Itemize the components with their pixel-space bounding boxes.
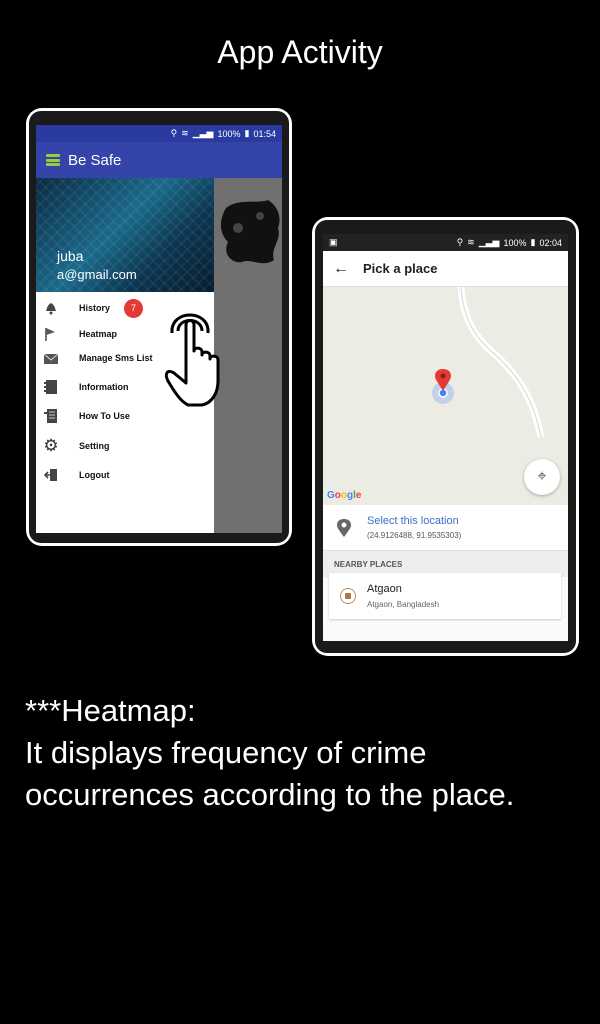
menu-label: Logout <box>79 470 110 480</box>
caption-body: It displays frequency of crime occurrenc… <box>25 735 515 812</box>
status-bar: ⚲ ≋ ▁▃▅ 100% ▮ 01:54 <box>36 125 282 142</box>
menu-label: Manage Sms List <box>79 353 153 363</box>
map-view[interactable]: Google ⌖ <box>323 287 568 505</box>
select-location-label: Select this location <box>367 515 459 527</box>
pointing-hand-icon <box>164 313 220 407</box>
info-book-icon <box>42 378 60 396</box>
caption-heading: ***Heatmap: <box>25 693 196 728</box>
drawer-header: juba a@gmail.com <box>36 178 214 292</box>
back-arrow-icon[interactable]: ← <box>333 260 349 278</box>
status-time: 01:54 <box>253 128 276 139</box>
my-location-button[interactable]: ⌖ <box>524 459 560 495</box>
signal-icon: ▁▃▅ <box>478 237 500 247</box>
history-count-badge: 7 <box>124 298 143 318</box>
place-name: Atgaon <box>367 583 402 595</box>
map-pin-icon <box>337 519 351 537</box>
menu-label: Information <box>79 382 129 392</box>
bell-icon <box>42 299 60 317</box>
place-address: Atgaon, Bangladesh <box>367 600 440 609</box>
header-title: Pick a place <box>363 261 438 276</box>
menu-label: Setting <box>79 441 110 451</box>
crosshair-icon: ⌖ <box>537 468 547 485</box>
nearby-place-item[interactable]: Atgaon Atgaon, Bangladesh <box>329 573 561 619</box>
app-bar: Be Safe <box>36 142 282 178</box>
status-bar: ▣ ⚲ ≋ ▁▃▅ 100% ▮ 02:04 <box>323 234 568 251</box>
right-phone-frame: ▣ ⚲ ≋ ▁▃▅ 100% ▮ 02:04 ← Pick a place Go… <box>312 217 579 656</box>
logout-icon <box>42 466 60 484</box>
google-logo: Google <box>327 490 362 501</box>
place-icon <box>340 588 356 604</box>
user-name: juba <box>57 248 84 264</box>
battery-percent: 100% <box>217 128 241 139</box>
flag-icon <box>42 325 60 343</box>
background-splash-image <box>220 200 280 264</box>
manual-icon <box>42 407 60 425</box>
wifi-icon: ≋ <box>467 237 475 247</box>
app-title: Be Safe <box>68 151 122 169</box>
status-time: 02:04 <box>539 237 562 248</box>
menu-label: How To Use <box>79 411 130 421</box>
hamburger-menu-icon[interactable] <box>46 154 60 166</box>
menu-item-setting[interactable]: ⚙ Setting <box>36 434 214 458</box>
select-location-coords: (24.9126488, 91.9535303) <box>367 531 462 540</box>
gear-icon: ⚙ <box>43 436 59 455</box>
pick-place-header: ← Pick a place <box>323 251 568 287</box>
caption: ***Heatmap: It displays frequency of cri… <box>25 690 595 816</box>
select-location-row[interactable]: Select this location (24.9126488, 91.953… <box>323 505 568 551</box>
location-status-icon: ⚲ <box>170 128 178 138</box>
mail-icon <box>42 349 60 367</box>
signal-icon: ▁▃▅ <box>192 128 214 138</box>
wifi-icon: ≋ <box>181 128 189 138</box>
battery-percent: 100% <box>503 237 527 248</box>
right-phone-screen: ▣ ⚲ ≋ ▁▃▅ 100% ▮ 02:04 ← Pick a place Go… <box>323 234 568 641</box>
battery-icon: ▮ <box>530 237 536 247</box>
menu-label: History <box>79 303 111 313</box>
user-email: a@gmail.com <box>57 267 137 282</box>
gallery-notification-icon: ▣ <box>329 237 338 247</box>
menu-item-logout[interactable]: Logout <box>36 463 214 487</box>
menu-label: Heatmap <box>79 329 118 339</box>
page-title: App Activity <box>217 34 383 70</box>
battery-icon: ▮ <box>244 128 250 138</box>
location-status-icon: ⚲ <box>456 237 464 247</box>
